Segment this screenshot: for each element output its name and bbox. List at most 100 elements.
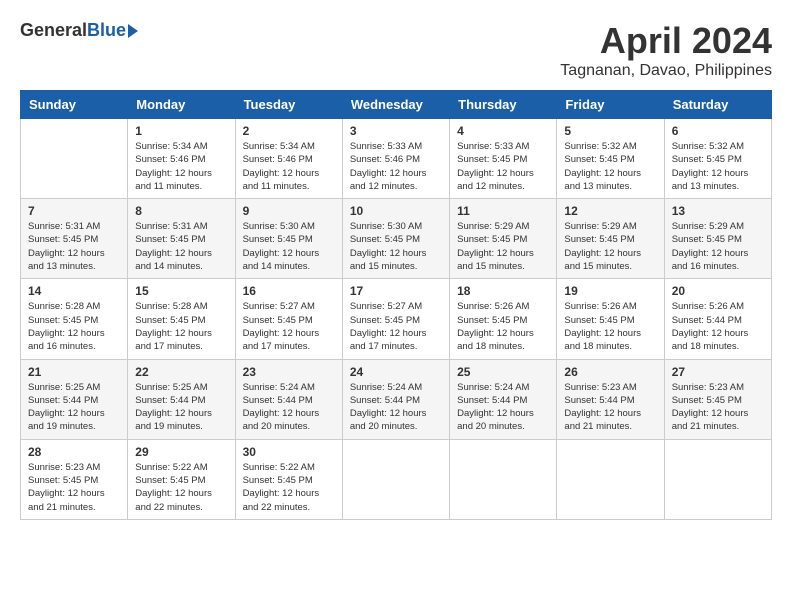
day-info: Sunrise: 5:30 AMSunset: 5:45 PMDaylight:… xyxy=(350,220,442,273)
day-number: 2 xyxy=(243,124,335,138)
calendar-cell xyxy=(557,439,664,519)
calendar-week-row: 28 Sunrise: 5:23 AMSunset: 5:45 PMDayligh… xyxy=(21,439,772,519)
calendar-week-row: 21 Sunrise: 5:25 AMSunset: 5:44 PMDayligh… xyxy=(21,359,772,439)
day-number: 4 xyxy=(457,124,549,138)
calendar-body: 1 Sunrise: 5:34 AMSunset: 5:46 PMDaylight… xyxy=(21,119,772,520)
day-number: 21 xyxy=(28,365,120,379)
day-info: Sunrise: 5:24 AMSunset: 5:44 PMDaylight:… xyxy=(243,381,335,434)
day-info: Sunrise: 5:26 AMSunset: 5:44 PMDaylight:… xyxy=(672,300,764,353)
weekday-header: Saturday xyxy=(664,91,771,119)
day-info: Sunrise: 5:27 AMSunset: 5:45 PMDaylight:… xyxy=(243,300,335,353)
day-info: Sunrise: 5:30 AMSunset: 5:45 PMDaylight:… xyxy=(243,220,335,273)
calendar-cell: 24 Sunrise: 5:24 AMSunset: 5:44 PMDayligh… xyxy=(342,359,449,439)
day-number: 28 xyxy=(28,445,120,459)
day-number: 25 xyxy=(457,365,549,379)
day-number: 20 xyxy=(672,284,764,298)
day-number: 8 xyxy=(135,204,227,218)
day-info: Sunrise: 5:34 AMSunset: 5:46 PMDaylight:… xyxy=(135,140,227,193)
calendar-cell: 3Sunrise: 5:33 AMSunset: 5:46 PMDaylight… xyxy=(342,119,449,199)
day-info: Sunrise: 5:33 AMSunset: 5:45 PMDaylight:… xyxy=(457,140,549,193)
day-info: Sunrise: 5:29 AMSunset: 5:45 PMDaylight:… xyxy=(457,220,549,273)
day-number: 12 xyxy=(564,204,656,218)
calendar-cell xyxy=(21,119,128,199)
day-info: Sunrise: 5:32 AMSunset: 5:45 PMDaylight:… xyxy=(672,140,764,193)
day-info: Sunrise: 5:24 AMSunset: 5:44 PMDaylight:… xyxy=(457,381,549,434)
page-subtitle: Tagnanan, Davao, Philippines xyxy=(560,62,772,80)
calendar-cell: 5 Sunrise: 5:32 AMSunset: 5:45 PMDaylight… xyxy=(557,119,664,199)
day-info: Sunrise: 5:31 AMSunset: 5:45 PMDaylight:… xyxy=(135,220,227,273)
calendar-cell: 8 Sunrise: 5:31 AMSunset: 5:45 PMDaylight… xyxy=(128,199,235,279)
day-number: 16 xyxy=(243,284,335,298)
title-block: April 2024 Tagnanan, Davao, Philippines xyxy=(560,20,772,80)
day-info: Sunrise: 5:34 AMSunset: 5:46 PMDaylight:… xyxy=(243,140,335,193)
calendar-cell xyxy=(664,439,771,519)
day-info: Sunrise: 5:22 AMSunset: 5:45 PMDaylight:… xyxy=(135,461,227,514)
calendar-cell: 25 Sunrise: 5:24 AMSunset: 5:44 PMDayligh… xyxy=(450,359,557,439)
calendar-cell: 13 Sunrise: 5:29 AMSunset: 5:45 PMDayligh… xyxy=(664,199,771,279)
weekday-header: Wednesday xyxy=(342,91,449,119)
calendar-cell: 22 Sunrise: 5:25 AMSunset: 5:44 PMDayligh… xyxy=(128,359,235,439)
day-number: 22 xyxy=(135,365,227,379)
calendar-cell: 10 Sunrise: 5:30 AMSunset: 5:45 PMDayligh… xyxy=(342,199,449,279)
calendar-cell: 12 Sunrise: 5:29 AMSunset: 5:45 PMDayligh… xyxy=(557,199,664,279)
calendar-cell: 6 Sunrise: 5:32 AMSunset: 5:45 PMDaylight… xyxy=(664,119,771,199)
calendar-cell: 27 Sunrise: 5:23 AMSunset: 5:45 PMDayligh… xyxy=(664,359,771,439)
day-info: Sunrise: 5:22 AMSunset: 5:45 PMDaylight:… xyxy=(243,461,335,514)
day-number: 6 xyxy=(672,124,764,138)
day-info: Sunrise: 5:29 AMSunset: 5:45 PMDaylight:… xyxy=(672,220,764,273)
day-number: 19 xyxy=(564,284,656,298)
day-number: 13 xyxy=(672,204,764,218)
day-number: 5 xyxy=(564,124,656,138)
day-number: 24 xyxy=(350,365,442,379)
day-number: 15 xyxy=(135,284,227,298)
day-number: 26 xyxy=(564,365,656,379)
calendar-cell: 16 Sunrise: 5:27 AMSunset: 5:45 PMDayligh… xyxy=(235,279,342,359)
calendar-week-row: 7 Sunrise: 5:31 AMSunset: 5:45 PMDaylight… xyxy=(21,199,772,279)
day-number: 27 xyxy=(672,365,764,379)
page-title: April 2024 xyxy=(560,20,772,62)
day-number: 29 xyxy=(135,445,227,459)
calendar-cell: 19Sunrise: 5:26 AMSunset: 5:45 PMDayligh… xyxy=(557,279,664,359)
calendar-cell: 30 Sunrise: 5:22 AMSunset: 5:45 PMDayligh… xyxy=(235,439,342,519)
day-info: Sunrise: 5:23 AMSunset: 5:44 PMDaylight:… xyxy=(564,381,656,434)
weekday-header: Sunday xyxy=(21,91,128,119)
calendar-cell: 9Sunrise: 5:30 AMSunset: 5:45 PMDaylight… xyxy=(235,199,342,279)
day-number: 10 xyxy=(350,204,442,218)
day-number: 1 xyxy=(135,124,227,138)
calendar-cell: 26 Sunrise: 5:23 AMSunset: 5:44 PMDayligh… xyxy=(557,359,664,439)
calendar-cell: 4 Sunrise: 5:33 AMSunset: 5:45 PMDaylight… xyxy=(450,119,557,199)
day-number: 17 xyxy=(350,284,442,298)
weekday-header: Tuesday xyxy=(235,91,342,119)
logo-arrow-icon xyxy=(128,24,138,38)
page-header: General Blue April 2024 Tagnanan, Davao,… xyxy=(20,20,772,80)
calendar-table: SundayMondayTuesdayWednesdayThursdayFrid… xyxy=(20,90,772,520)
calendar-cell: 23 Sunrise: 5:24 AMSunset: 5:44 PMDayligh… xyxy=(235,359,342,439)
calendar-cell: 28 Sunrise: 5:23 AMSunset: 5:45 PMDayligh… xyxy=(21,439,128,519)
calendar-cell xyxy=(342,439,449,519)
day-info: Sunrise: 5:24 AMSunset: 5:44 PMDaylight:… xyxy=(350,381,442,434)
calendar-cell: 29 Sunrise: 5:22 AMSunset: 5:45 PMDayligh… xyxy=(128,439,235,519)
calendar-week-row: 1 Sunrise: 5:34 AMSunset: 5:46 PMDaylight… xyxy=(21,119,772,199)
day-info: Sunrise: 5:27 AMSunset: 5:45 PMDaylight:… xyxy=(350,300,442,353)
day-number: 30 xyxy=(243,445,335,459)
day-info: Sunrise: 5:32 AMSunset: 5:45 PMDaylight:… xyxy=(564,140,656,193)
weekday-header: Monday xyxy=(128,91,235,119)
weekday-row: SundayMondayTuesdayWednesdayThursdayFrid… xyxy=(21,91,772,119)
logo: General Blue xyxy=(20,20,138,41)
day-info: Sunrise: 5:23 AMSunset: 5:45 PMDaylight:… xyxy=(28,461,120,514)
day-info: Sunrise: 5:28 AMSunset: 5:45 PMDaylight:… xyxy=(135,300,227,353)
day-info: Sunrise: 5:28 AMSunset: 5:45 PMDaylight:… xyxy=(28,300,120,353)
logo-general: General xyxy=(20,20,87,41)
day-info: Sunrise: 5:26 AMSunset: 5:45 PMDaylight:… xyxy=(457,300,549,353)
calendar-week-row: 14 Sunrise: 5:28 AMSunset: 5:45 PMDayligh… xyxy=(21,279,772,359)
day-number: 7 xyxy=(28,204,120,218)
day-info: Sunrise: 5:23 AMSunset: 5:45 PMDaylight:… xyxy=(672,381,764,434)
calendar-cell: 17 Sunrise: 5:27 AMSunset: 5:45 PMDayligh… xyxy=(342,279,449,359)
day-number: 23 xyxy=(243,365,335,379)
day-info: Sunrise: 5:29 AMSunset: 5:45 PMDaylight:… xyxy=(564,220,656,273)
day-info: Sunrise: 5:25 AMSunset: 5:44 PMDaylight:… xyxy=(135,381,227,434)
logo-blue: Blue xyxy=(87,20,126,41)
day-number: 14 xyxy=(28,284,120,298)
calendar-header: SundayMondayTuesdayWednesdayThursdayFrid… xyxy=(21,91,772,119)
weekday-header: Thursday xyxy=(450,91,557,119)
